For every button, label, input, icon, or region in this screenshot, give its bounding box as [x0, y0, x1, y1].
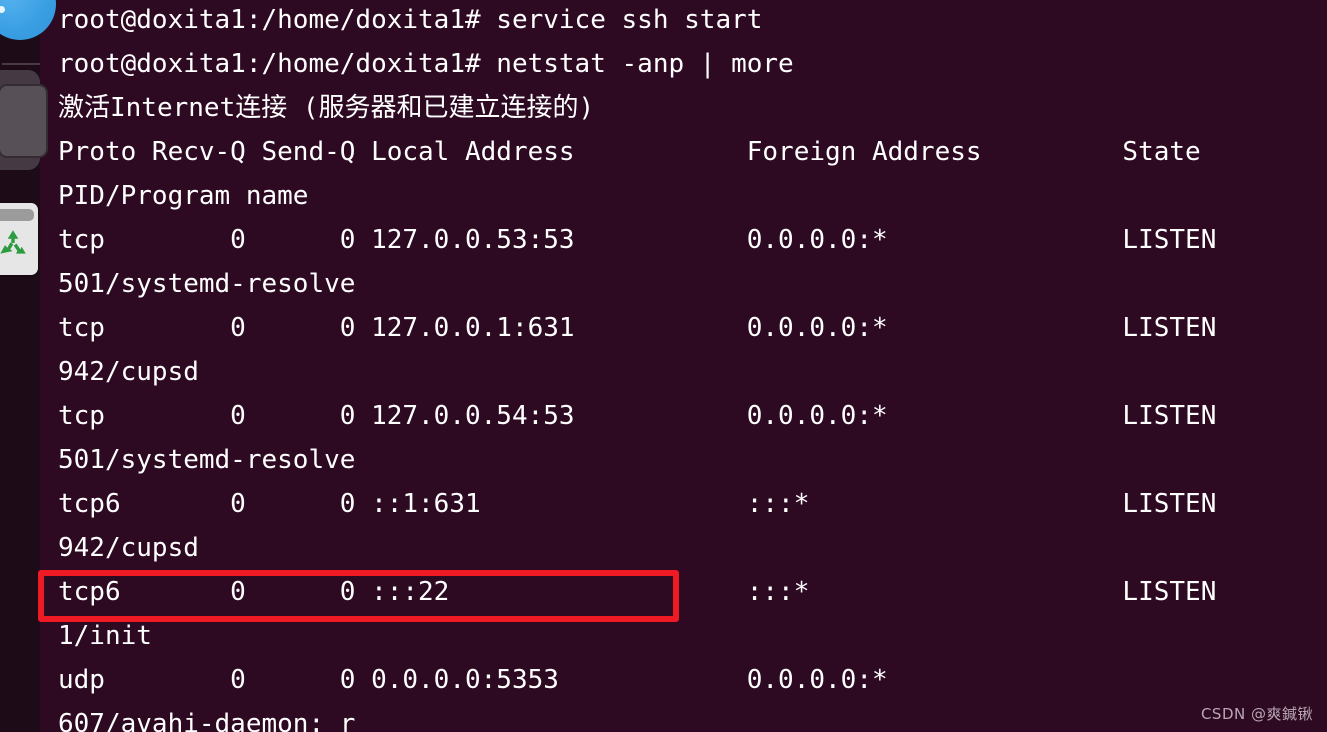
terminal-line: Proto Recv-Q Send-Q Local Address Foreig…: [58, 137, 1201, 167]
terminal-line: root@doxita1:/home/doxita1# service ssh …: [58, 5, 763, 35]
terminal-line: 607/avahi-daemon: r: [58, 709, 356, 732]
terminal-output: root@doxita1:/home/doxita1# service ssh …: [58, 0, 1327, 732]
terminal-line: root@doxita1:/home/doxita1# netstat -anp…: [58, 49, 794, 79]
terminal-line: tcp 0 0 127.0.0.53:53 0.0.0.0:* LISTEN: [58, 225, 1217, 255]
recycle-glyph-icon: [0, 230, 26, 254]
terminal-line: PID/Program name: [58, 181, 309, 211]
trash-recycle-icon[interactable]: [0, 203, 38, 275]
screen: root@doxita1:/home/doxita1# service ssh …: [0, 0, 1327, 732]
terminal-line: tcp6 0 0 ::1:631 :::* LISTEN: [58, 489, 1217, 519]
terminal-window[interactable]: root@doxita1:/home/doxita1# service ssh …: [40, 0, 1327, 732]
terminal-line: tcp 0 0 127.0.0.54:53 0.0.0.0:* LISTEN: [58, 401, 1217, 431]
terminal-line: 1/init: [58, 621, 152, 651]
terminal-line: 激活Internet连接 (服务器和已建立连接的): [58, 93, 595, 123]
terminal-line: 942/cupsd: [58, 533, 199, 563]
terminal-line-highlighted: tcp6 0 0 :::22 :::* LISTEN: [58, 577, 1217, 607]
dock-separator: [2, 63, 40, 65]
dark-app-tile-icon[interactable]: [0, 70, 48, 170]
ubuntu-dock: [0, 0, 56, 732]
terminal-line: 501/systemd-resolve: [58, 269, 356, 299]
terminal-line: udp 0 0 0.0.0.0:5353 0.0.0.0:*: [58, 665, 888, 695]
terminal-line: 501/systemd-resolve: [58, 445, 356, 475]
terminal-line: 942/cupsd: [58, 357, 199, 387]
csdn-watermark: CSDN @爽鍼锹: [1200, 705, 1313, 723]
terminal-line: tcp 0 0 127.0.0.1:631 0.0.0.0:* LISTEN: [58, 313, 1217, 343]
